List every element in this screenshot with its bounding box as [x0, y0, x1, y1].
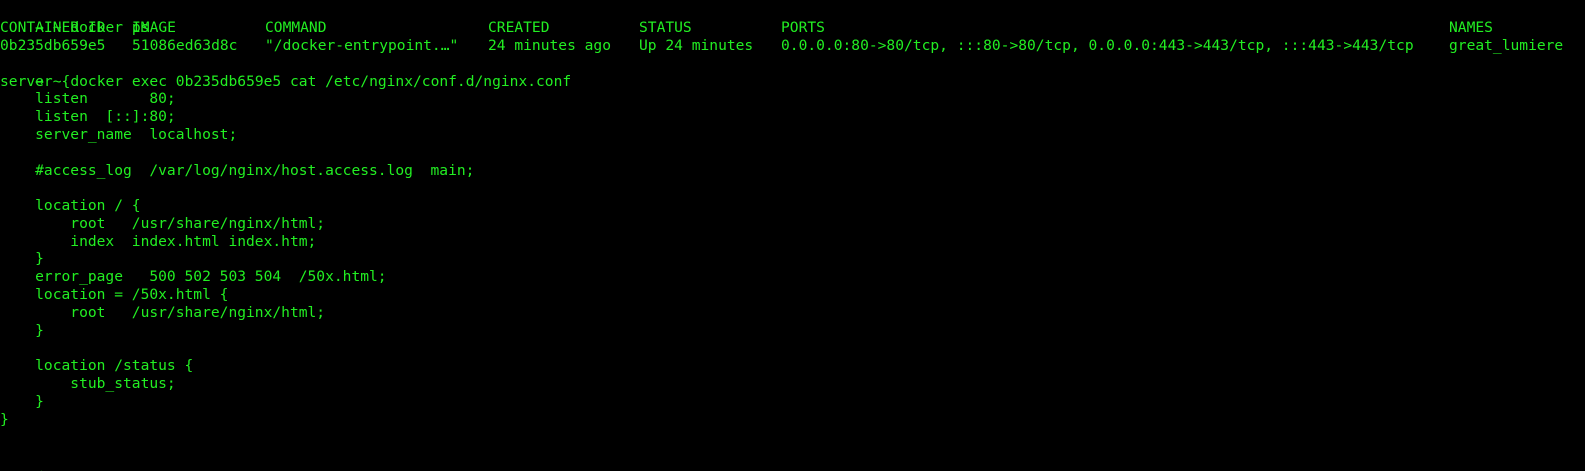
config-line-index: index index.html index.htm;: [0, 233, 317, 250]
terminal-window[interactable]: → ~ docker ps CONTAINER ID IMAGE COMMAND…: [0, 0, 1585, 471]
prompt-line-docker-exec: → ~ docker exec 0b235db659e5 cat /etc/ng…: [0, 55, 571, 90]
config-line-location-root-open: location / {: [0, 197, 141, 214]
prompt-arrow-icon: →: [35, 464, 44, 471]
prompt-line-docker-ps: → ~ docker ps: [0, 1, 149, 36]
config-line-server-name: server_name localhost;: [0, 126, 238, 143]
ps-header-image: IMAGE: [132, 19, 176, 36]
config-line-listen-80: listen 80;: [0, 90, 176, 107]
config-line-server-close: }: [0, 411, 9, 428]
ps-header-ports: PORTS: [781, 19, 825, 36]
prompt-line-current[interactable]: → ~: [0, 446, 61, 471]
prompt-cwd: ~: [53, 464, 62, 471]
config-line-location-root-close: }: [0, 250, 44, 267]
config-line-error-page: error_page 500 502 503 504 /50x.html;: [0, 268, 387, 285]
ps-header-status: STATUS: [639, 19, 692, 36]
config-line-location-50x-close: }: [0, 322, 44, 339]
config-line-root-html: root /usr/share/nginx/html;: [0, 215, 326, 232]
ps-cell-command: "/docker-entrypoint.…": [265, 37, 459, 54]
ps-header-created: CREATED: [488, 19, 550, 36]
config-line-root-html-50x: root /usr/share/nginx/html;: [0, 304, 326, 321]
config-line-location-status-close: }: [0, 393, 44, 410]
ps-cell-status: Up 24 minutes: [639, 37, 754, 54]
ps-cell-created: 24 minutes ago: [488, 37, 612, 54]
config-line-listen-ipv6: listen [::]:80;: [0, 108, 176, 125]
ps-cell-names: great_lumiere: [1449, 37, 1564, 54]
command-text: docker exec 0b235db659e5 cat /etc/nginx/…: [70, 73, 572, 90]
ps-header-command: COMMAND: [265, 19, 327, 36]
ps-cell-container-id: 0b235db659e5: [0, 37, 106, 54]
ps-header-names: NAMES: [1449, 19, 1493, 36]
config-line-access-log: #access_log /var/log/nginx/host.access.l…: [0, 162, 475, 179]
config-line-server-open: server {: [0, 73, 71, 90]
config-line-location-50x-open: location = /50x.html {: [0, 286, 229, 303]
ps-cell-ports: 0.0.0.0:80->80/tcp, :::80->80/tcp, 0.0.0…: [781, 37, 1414, 54]
config-line-stub-status: stub_status;: [0, 375, 176, 392]
ps-cell-image: 51086ed63d8c: [132, 37, 238, 54]
config-line-location-status-open: location /status {: [0, 357, 194, 374]
ps-header-container-id: CONTAINER ID: [0, 19, 106, 36]
